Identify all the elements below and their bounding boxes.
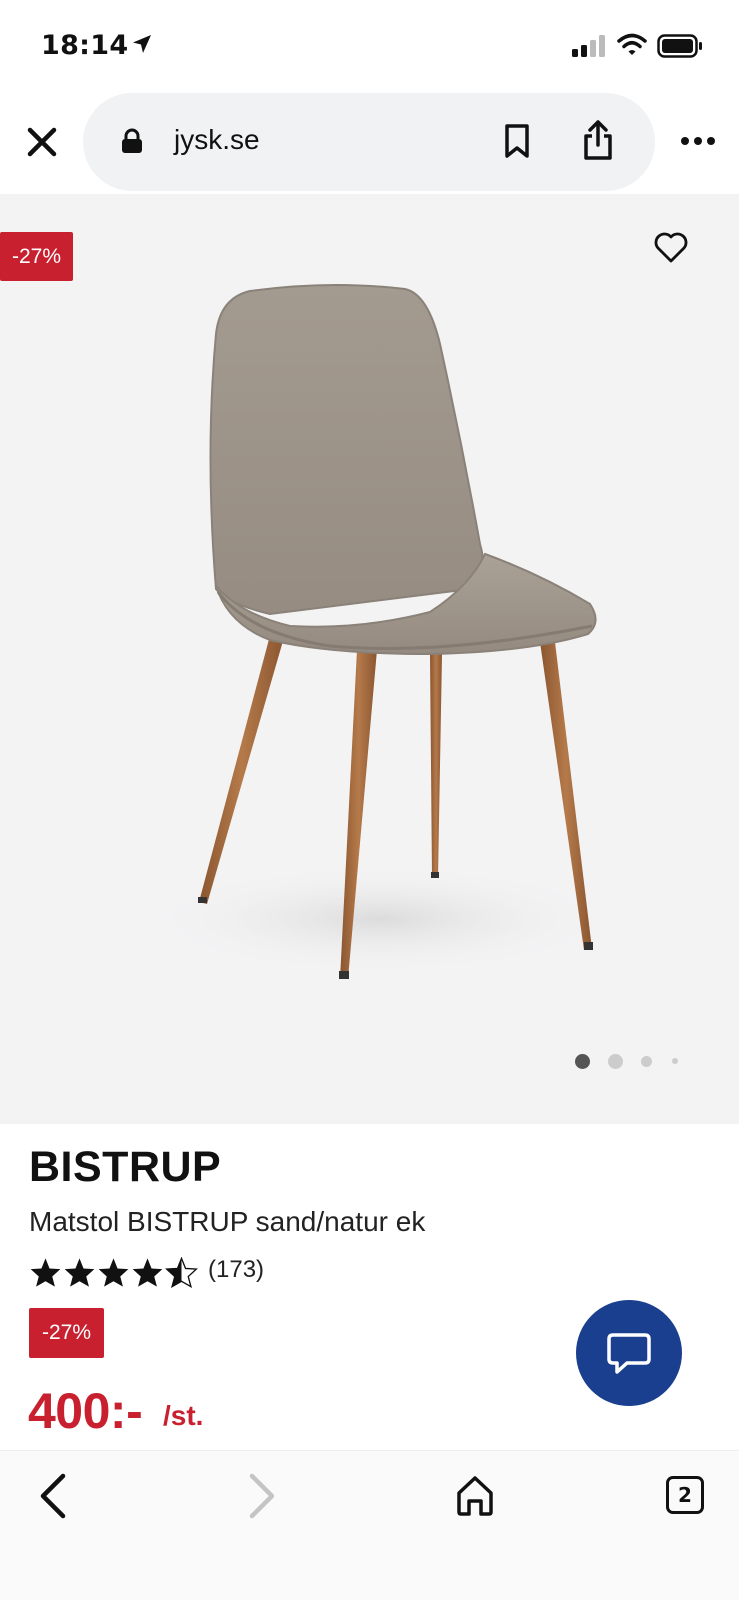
browser-bottom-bar: 2 <box>0 1450 739 1600</box>
status-bar: 18:14 <box>0 0 739 90</box>
bookmark-icon[interactable] <box>503 123 531 159</box>
pagination-dot[interactable] <box>608 1053 623 1069</box>
cellular-signal-icon <box>572 35 605 57</box>
gallery-pagination[interactable] <box>575 1051 678 1071</box>
star-icon <box>30 1258 61 1287</box>
battery-icon <box>657 34 702 58</box>
product-image-gallery[interactable]: -27% <box>0 194 739 1124</box>
share-icon[interactable] <box>581 119 615 161</box>
star-icon <box>64 1258 95 1287</box>
more-icon[interactable] <box>680 132 716 150</box>
star-icon <box>98 1258 129 1287</box>
price-discount-badge: -27% <box>29 1308 104 1358</box>
product-name: Matstol BISTRUP sand/natur ek <box>29 1206 426 1237</box>
half-star-icon <box>165 1257 198 1288</box>
price-unit: /st. <box>163 1400 204 1431</box>
product-price: 400:- <box>28 1383 143 1439</box>
heart-icon[interactable] <box>653 232 689 264</box>
star-icon <box>132 1258 163 1287</box>
chat-bubble-icon <box>607 1333 651 1374</box>
pagination-dot[interactable] <box>672 1058 678 1064</box>
browser-toolbar: jysk.se <box>0 90 739 191</box>
pagination-dot-active[interactable] <box>575 1053 590 1069</box>
location-arrow-icon <box>133 35 151 53</box>
chat-button[interactable] <box>576 1300 682 1406</box>
lock-icon <box>122 128 142 153</box>
back-icon[interactable] <box>38 1473 68 1519</box>
wifi-icon <box>617 33 647 55</box>
status-time: 18:14 <box>41 30 129 61</box>
forward-icon[interactable] <box>247 1473 277 1519</box>
review-count[interactable]: (173) <box>208 1256 264 1284</box>
close-icon[interactable] <box>22 122 62 162</box>
address-bar[interactable]: jysk.se <box>83 93 655 191</box>
tabs-button[interactable]: 2 <box>666 1476 704 1514</box>
pagination-dot[interactable] <box>641 1055 652 1067</box>
discount-badge: -27% <box>0 232 74 281</box>
rating-stars[interactable] <box>29 1257 198 1288</box>
product-image <box>140 283 620 979</box>
product-brand: BISTRUP <box>29 1143 222 1191</box>
home-icon[interactable] <box>455 1473 495 1517</box>
url-text[interactable]: jysk.se <box>174 124 260 156</box>
